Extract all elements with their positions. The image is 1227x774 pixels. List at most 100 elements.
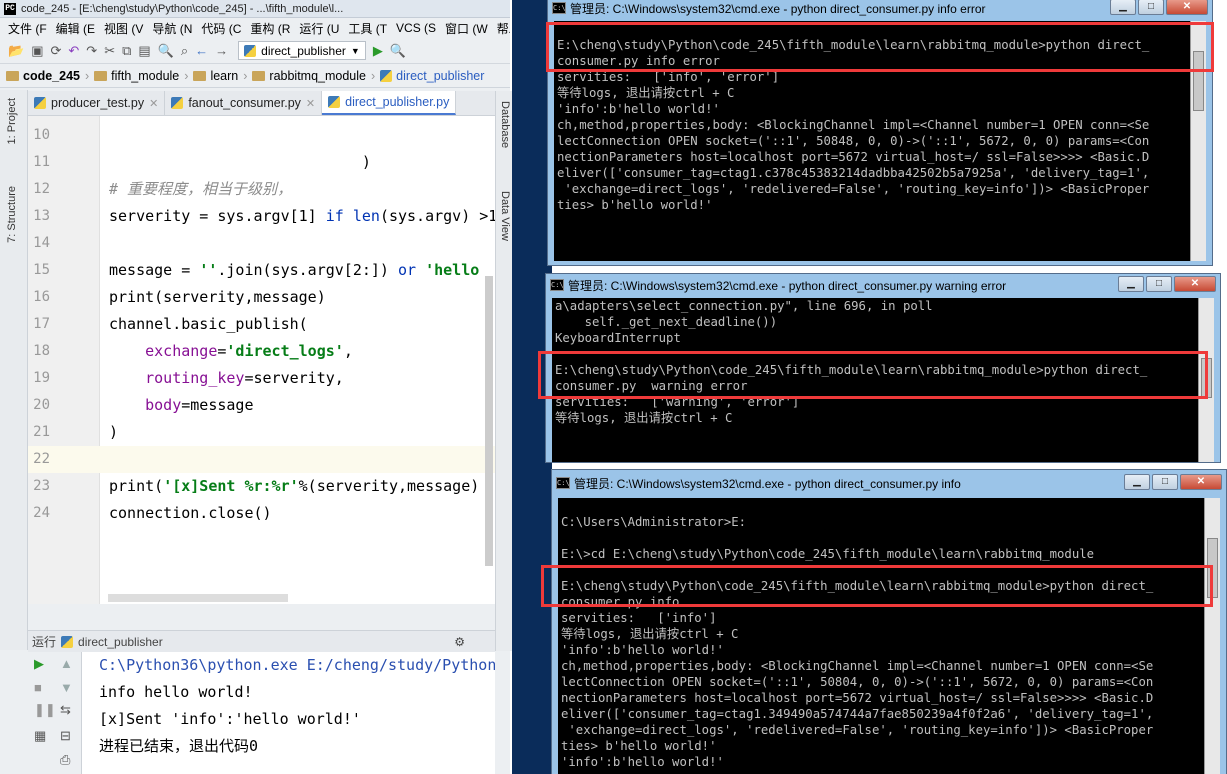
menu-navigate[interactable]: 导航 (N — [152, 20, 192, 37]
scroll-thumb[interactable] — [1193, 51, 1204, 111]
gear-icon[interactable]: ⚙ — [454, 635, 465, 649]
code-line[interactable]: 10 — [28, 122, 495, 149]
cmd-scrollbar[interactable] — [1198, 298, 1214, 462]
copy-icon[interactable]: ⧉ — [122, 43, 131, 59]
code-line[interactable]: 21) — [28, 419, 495, 446]
menu-refactor[interactable]: 重构 (R — [250, 20, 290, 37]
close-icon[interactable]: ✕ — [306, 97, 315, 110]
layout-icon[interactable]: ▦ — [34, 728, 46, 744]
soft-wrap-icon[interactable]: ⇆ — [60, 702, 71, 718]
cmd-scrollbar[interactable] — [1204, 498, 1220, 774]
menu-run[interactable]: 运行 (U — [299, 20, 339, 37]
minimize-button[interactable]: ▁ — [1124, 474, 1150, 490]
code-line[interactable]: 19 routing_key=serverity, — [28, 365, 495, 392]
replace-icon[interactable]: ⌕ — [181, 43, 188, 59]
line-number: 21 — [33, 424, 50, 440]
tab-structure[interactable]: 7: Structure — [6, 186, 18, 243]
breadcrumb-item-fifth-module[interactable]: fifth_module — [94, 69, 179, 83]
console-line: C:\Users\Administrator>E: — [561, 515, 747, 529]
run-config-select[interactable]: direct_publisher ▼ — [238, 41, 366, 60]
save-icon[interactable]: ▣ — [31, 43, 43, 59]
editor-horizontal-scrollbar[interactable] — [108, 594, 288, 602]
run-panel-toolbar: ▶ ▲ ■ ▼ ❚❚ ⇆ ▦ ⊟ ⎙ — [28, 652, 82, 774]
cmd-console-output[interactable]: a\adapters\select_connection.py", line 6… — [552, 298, 1198, 462]
menu-code[interactable]: 代码 (C — [201, 20, 241, 37]
editor-scrollbar[interactable] — [485, 276, 493, 566]
run-output[interactable]: C:\Python36\python.exe E:/cheng/study/Py… — [82, 652, 495, 774]
console-line: KeyboardInterrupt — [555, 331, 681, 345]
close-button[interactable]: ✕ — [1180, 474, 1222, 490]
maximize-button[interactable]: □ — [1152, 474, 1178, 490]
pin-icon[interactable]: ⊟ — [60, 728, 71, 744]
code-editor[interactable]: 10 11 ) 12 # 重要程度，相当于级别， 13 serverity = sys.a… — [28, 116, 495, 604]
tab-fanout-consumer[interactable]: fanout_consumer.py ✕ — [165, 91, 323, 115]
code-text: ) — [109, 153, 371, 171]
menu-vcs[interactable]: VCS (S — [396, 21, 436, 35]
breadcrumb-item-direct-publisher[interactable]: direct_publisher — [380, 69, 484, 83]
open-folder-icon[interactable]: 📂 — [8, 43, 24, 59]
close-button[interactable]: ✕ — [1174, 276, 1216, 292]
minimize-button[interactable]: ▁ — [1118, 276, 1144, 292]
console-line: eliver(['consumer_tag=ctag1.349490a57474… — [561, 707, 1154, 721]
stop-icon[interactable]: ■ — [34, 680, 42, 695]
folder-icon — [6, 70, 19, 81]
cut-icon[interactable]: ✂ — [104, 43, 115, 59]
menu-help[interactable]: 帮助 (H — [497, 20, 510, 37]
back-icon[interactable]: ← — [195, 43, 208, 59]
breadcrumb-item-code-245[interactable]: code_245 — [6, 69, 80, 83]
menu-edit[interactable]: 编辑 (E — [56, 20, 95, 37]
menu-file[interactable]: 文件 (F — [8, 20, 47, 37]
cmd-window-info[interactable]: C:\ 管理员: C:\Windows\system32\cmd.exe - p… — [551, 469, 1227, 774]
code-line[interactable]: 22 — [28, 446, 495, 473]
code-line[interactable]: 18 exchange='direct_logs', — [28, 338, 495, 365]
run-icon[interactable]: ▶ — [373, 43, 383, 59]
breadcrumb-item-rabbitmq-module[interactable]: rabbitmq_module — [252, 69, 366, 83]
cmd-console-output[interactable]: C:\Users\Administrator>E: E:\>cd E:\cheng… — [558, 498, 1204, 774]
console-line: lectConnection OPEN socket=('::1', 50804… — [561, 675, 1154, 689]
print-icon[interactable]: ⎙ — [60, 752, 70, 768]
code-line[interactable]: 15 message = ''.join(sys.argv[2:]) or 'he… — [28, 257, 495, 284]
tab-direct-publisher[interactable]: direct_publisher.py — [322, 91, 457, 115]
scroll-up-icon[interactable]: ▲ — [60, 656, 73, 671]
tab-project[interactable]: 1: Project — [6, 98, 18, 144]
tab-database[interactable]: Database — [499, 101, 511, 148]
scroll-down-icon[interactable]: ▼ — [60, 680, 73, 695]
tab-producer-test[interactable]: producer_test.py ✕ — [28, 91, 166, 115]
close-button[interactable]: ✕ — [1166, 0, 1208, 15]
close-icon[interactable]: ✕ — [149, 97, 158, 110]
menu-view[interactable]: 视图 (V — [104, 20, 143, 37]
maximize-button[interactable]: □ — [1146, 276, 1172, 292]
scroll-thumb[interactable] — [1207, 538, 1218, 598]
cmd-scrollbar[interactable] — [1190, 21, 1206, 261]
scroll-thumb[interactable] — [1201, 358, 1212, 398]
pycharm-logo-icon: PC — [4, 2, 16, 15]
maximize-button[interactable]: □ — [1138, 0, 1164, 15]
forward-icon[interactable]: → — [215, 43, 228, 59]
pause-icon[interactable]: ❚❚ — [34, 702, 56, 718]
cmd-window-info-error[interactable]: C:\ 管理员: C:\Windows\system32\cmd.exe - p… — [547, 0, 1213, 266]
code-line[interactable]: 17 channel.basic_publish( — [28, 311, 495, 338]
code-line[interactable]: 24 connection.close() — [28, 500, 495, 527]
code-line[interactable]: 13 serverity = sys.argv[1] if len(sys.arg… — [28, 203, 495, 230]
code-line[interactable]: 20 body=message — [28, 392, 495, 419]
redo-icon[interactable]: ↷ — [86, 43, 97, 59]
code-line[interactable]: 23 print('[x]Sent %r:%r'%(serverity,messa… — [28, 473, 495, 500]
code-line[interactable]: 11 ) — [28, 149, 495, 176]
code-text: channel.basic_publish( — [109, 315, 308, 333]
sync-icon[interactable]: ⟳ — [50, 43, 61, 59]
paste-icon[interactable]: ▤ — [138, 43, 150, 59]
undo-icon[interactable]: ↶ — [68, 43, 79, 59]
find-icon[interactable]: 🔍 — [158, 43, 174, 59]
code-line[interactable]: 14 — [28, 230, 495, 257]
code-line[interactable]: 12 # 重要程度，相当于级别， — [28, 176, 495, 203]
cmd-window-warning-error[interactable]: C:\ 管理员: C:\Windows\system32\cmd.exe - p… — [545, 273, 1221, 463]
minimize-button[interactable]: ▁ — [1110, 0, 1136, 15]
rerun-icon[interactable]: ▶ — [34, 656, 44, 672]
menu-window[interactable]: 窗口 (W — [445, 20, 488, 37]
tab-data-view[interactable]: Data View — [499, 191, 511, 241]
code-line[interactable]: 16 print(serverity,message) — [28, 284, 495, 311]
breadcrumb-item-learn[interactable]: learn — [193, 69, 238, 83]
cmd-console-output[interactable]: E:\cheng\study\Python\code_245\fifth_mod… — [554, 21, 1190, 261]
menu-tools[interactable]: 工具 (T — [348, 20, 387, 37]
search-everywhere-icon[interactable]: 🔍 — [390, 43, 406, 59]
